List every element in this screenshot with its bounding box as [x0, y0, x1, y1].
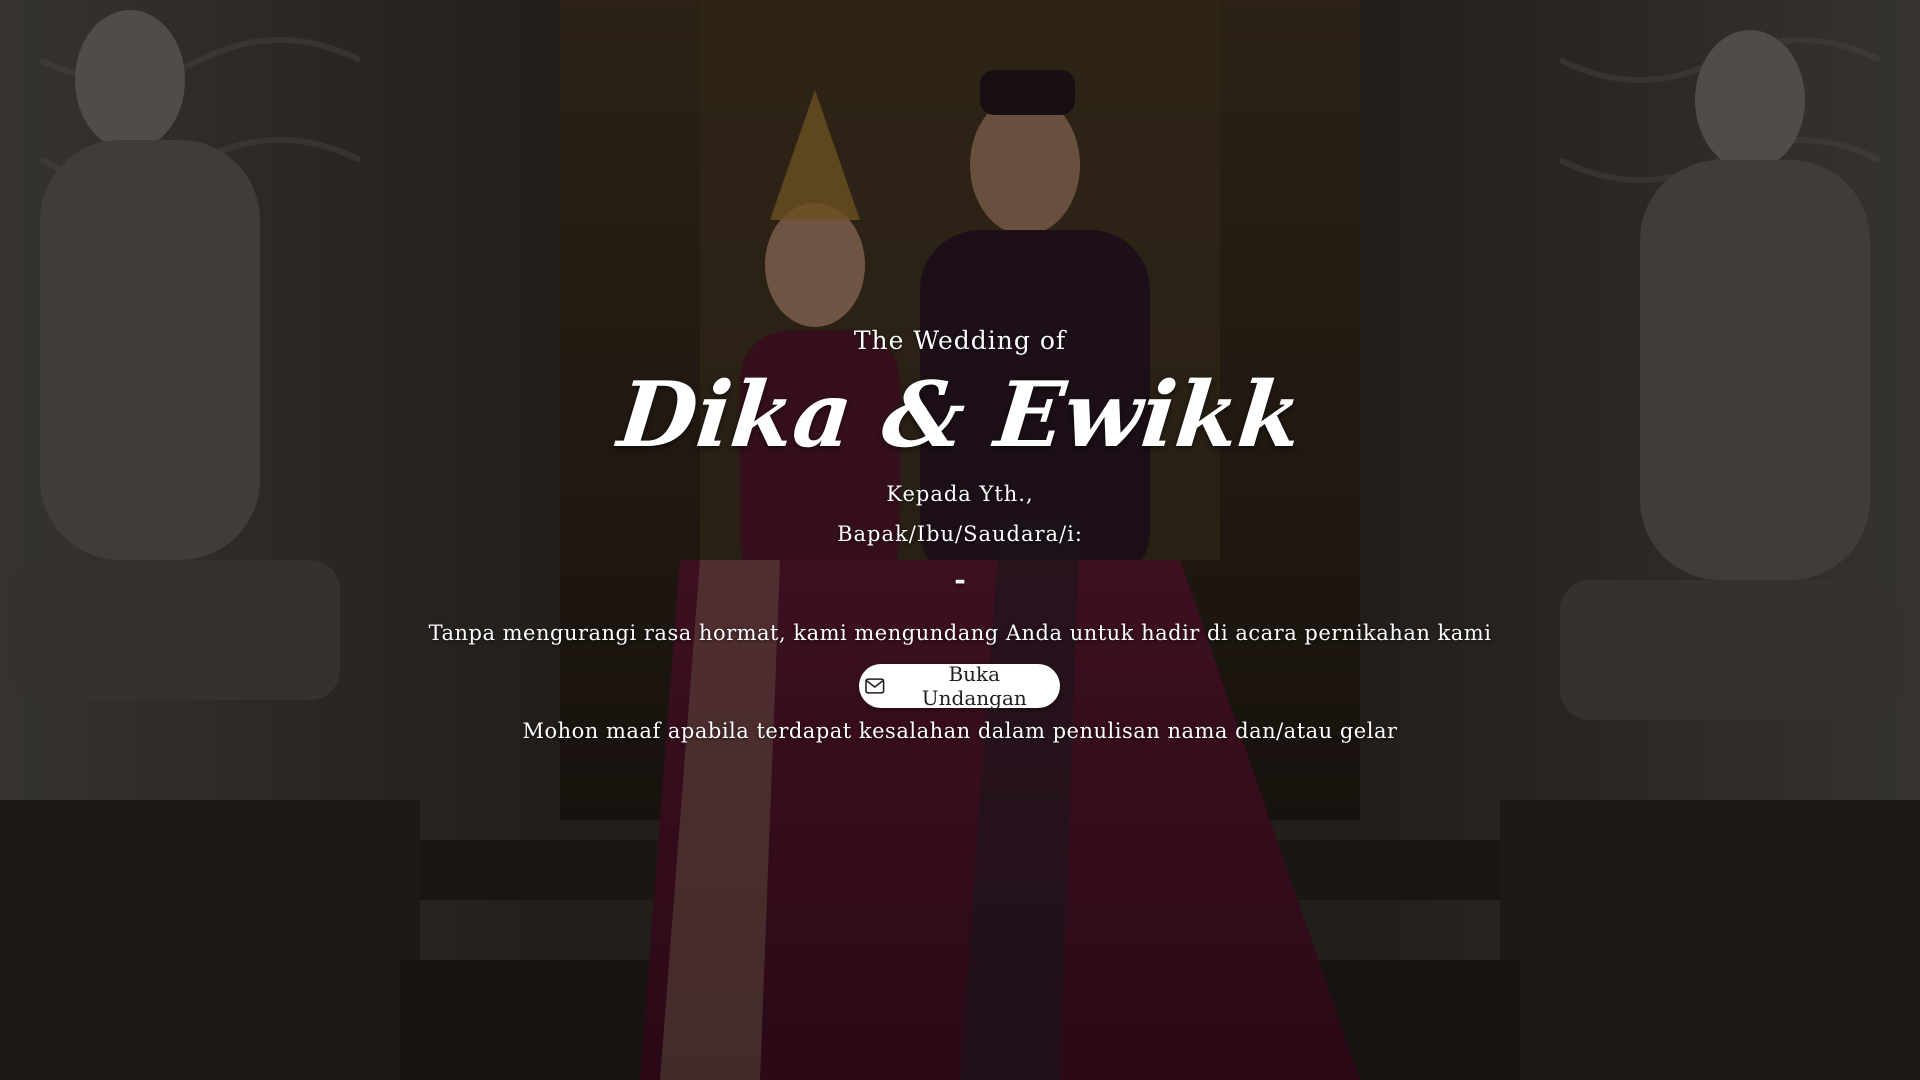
invitation-message: Tanpa mengurangi rasa hormat, kami mengu…: [428, 621, 1492, 645]
invitation-cover: The Wedding of Dika & Ewikk Kepada Yth.,…: [0, 0, 1920, 1080]
greeting-line-2: Bapak/Ibu/Saudara/i:: [837, 522, 1083, 546]
wedding-intro: The Wedding of: [853, 326, 1067, 355]
guest-name: -: [954, 563, 966, 596]
greeting-line-1: Kepada Yth.,: [886, 482, 1034, 506]
couple-names: Dika & Ewikk: [613, 362, 1307, 468]
open-invitation-label: Buka Undangan: [921, 662, 1027, 710]
open-invitation-button[interactable]: Buka Undangan: [859, 662, 1060, 710]
envelope-icon: [865, 678, 885, 694]
apology-note: Mohon maaf apabila terdapat kesalahan da…: [522, 719, 1398, 743]
cover-content: The Wedding of Dika & Ewikk Kepada Yth.,…: [0, 0, 1920, 1080]
